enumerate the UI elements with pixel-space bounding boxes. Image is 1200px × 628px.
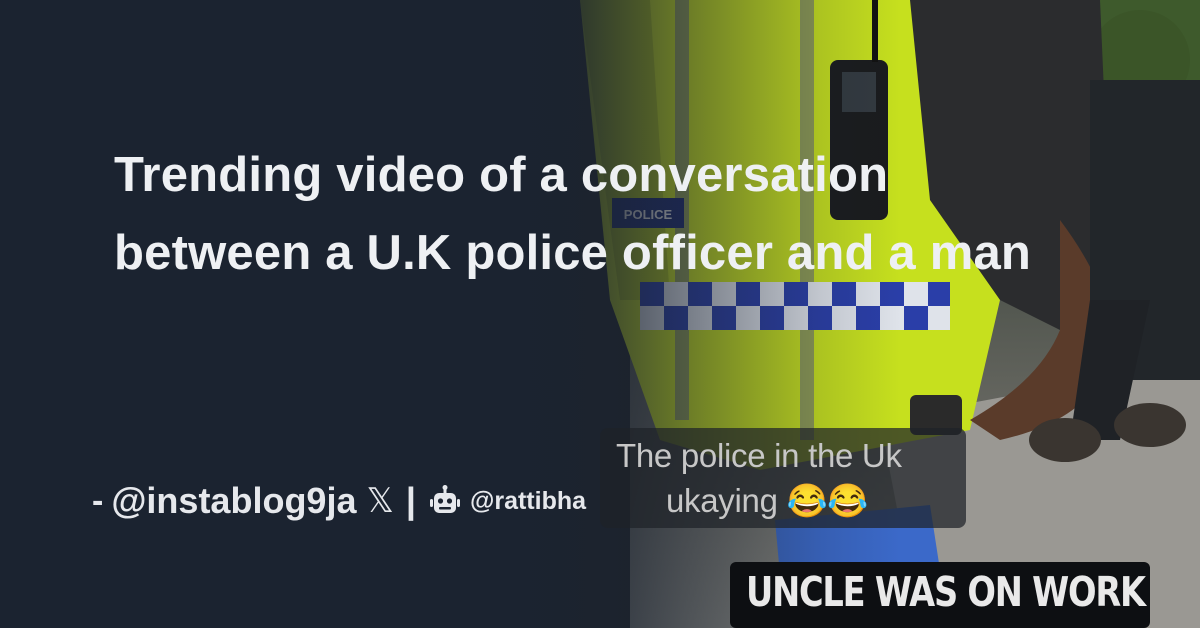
attribution-row: - @instablog9ja 𝕏 | @rattibha bbox=[92, 476, 586, 526]
video-banner-text: UNCLE WAS ON WORK bbox=[746, 568, 1146, 616]
attribution-dash: - bbox=[92, 481, 104, 520]
video-thumbnail: POLICE bbox=[500, 0, 1200, 628]
site-handle[interactable]: @rattibha bbox=[470, 487, 586, 516]
robot-icon bbox=[428, 484, 462, 518]
author-handle[interactable]: @instablog9ja bbox=[111, 480, 356, 522]
x-logo-icon: 𝕏 bbox=[366, 482, 394, 520]
video-caption-line-2: ukaying 😂😂 bbox=[666, 482, 869, 519]
headline: Trending video of a conversation between… bbox=[114, 148, 1032, 280]
video-caption-line-1: The police in the Uk bbox=[616, 437, 902, 474]
share-card: POLICE The police in the Uk ukaying 😂😂 U… bbox=[0, 0, 1200, 628]
police-officer-image: POLICE bbox=[500, 0, 1200, 628]
separator: | bbox=[405, 480, 416, 521]
